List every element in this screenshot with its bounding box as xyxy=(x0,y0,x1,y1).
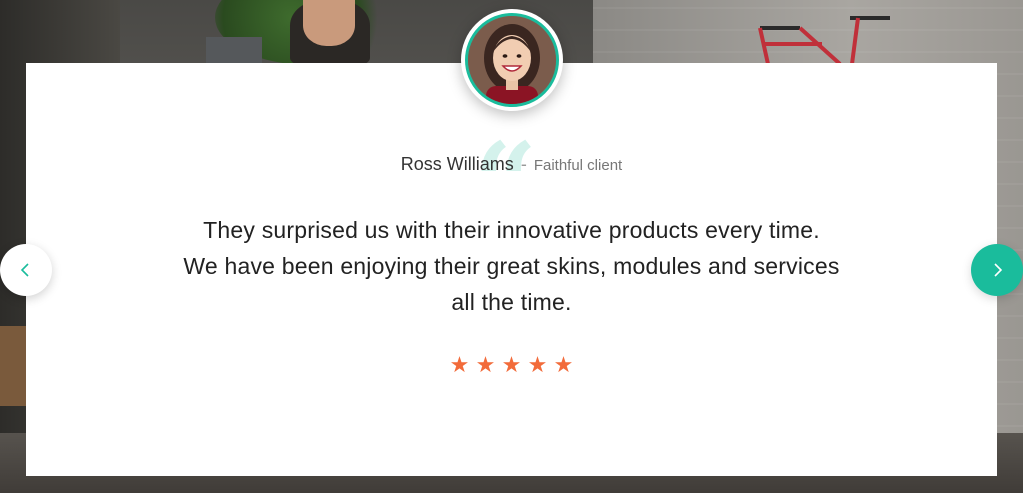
star-icon: ★ xyxy=(553,352,574,377)
quote-line: They surprised us with their innovative … xyxy=(203,217,820,243)
next-button[interactable] xyxy=(971,244,1023,296)
avatar xyxy=(461,9,563,111)
star-rating: ★ ★ ★ ★ ★ xyxy=(0,352,1023,377)
chevron-left-icon xyxy=(20,263,29,277)
chevron-right-icon xyxy=(994,263,1003,277)
quote-line: We have been enjoying their great skins,… xyxy=(183,253,840,279)
star-icon: ★ xyxy=(475,352,496,377)
author-name: Ross Williams xyxy=(400,154,514,174)
author-role: Faithful client xyxy=(533,157,623,174)
avatar-photo xyxy=(465,13,559,107)
testimonial-author: Ross Williams - Faithful client xyxy=(0,154,1023,175)
star-icon: ★ xyxy=(527,352,548,377)
testimonial-quote: They surprised us with their innovative … xyxy=(130,212,893,320)
star-icon: ★ xyxy=(501,352,522,377)
quote-line: all the time. xyxy=(451,289,572,315)
star-icon: ★ xyxy=(449,352,470,377)
author-separator: - xyxy=(520,154,527,174)
previous-button[interactable] xyxy=(0,244,52,296)
